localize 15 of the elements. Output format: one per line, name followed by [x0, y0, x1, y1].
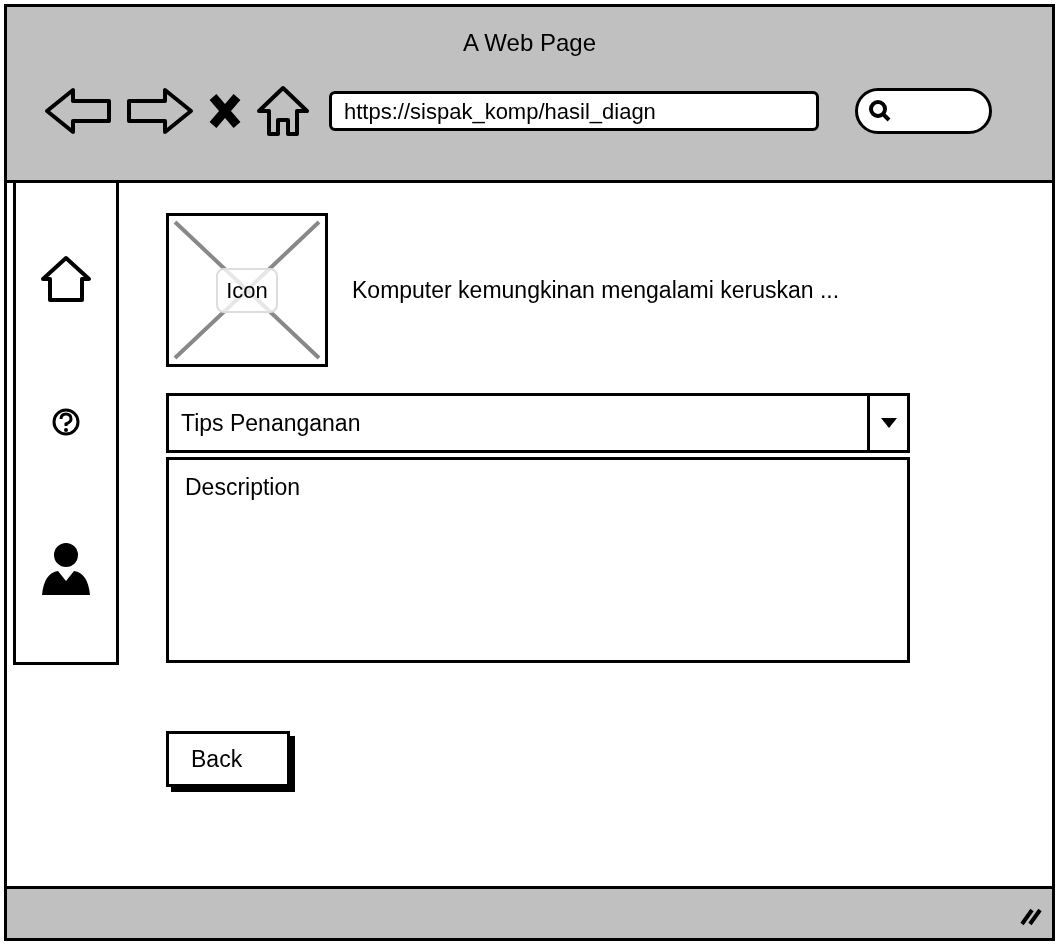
image-label: Icon	[216, 267, 278, 313]
home-icon[interactable]	[255, 85, 311, 137]
result-message: Komputer kemungkinan mengalami keruskan ...	[352, 275, 840, 305]
home-icon[interactable]	[40, 255, 92, 303]
forward-icon[interactable]	[125, 86, 195, 136]
search-icon	[868, 99, 892, 123]
search-field[interactable]	[855, 88, 992, 134]
address-field[interactable]: https://sispak_komp/hasil_diagn	[329, 91, 819, 131]
description-field[interactable]: Description	[166, 457, 910, 663]
window-title: A Web Page	[463, 29, 596, 57]
user-icon[interactable]	[40, 541, 92, 597]
back-icon[interactable]	[43, 86, 113, 136]
caret-icon	[880, 418, 897, 428]
tips-dropdown[interactable]: Tips Penanganan	[166, 393, 910, 453]
help-icon[interactable]	[51, 407, 81, 437]
